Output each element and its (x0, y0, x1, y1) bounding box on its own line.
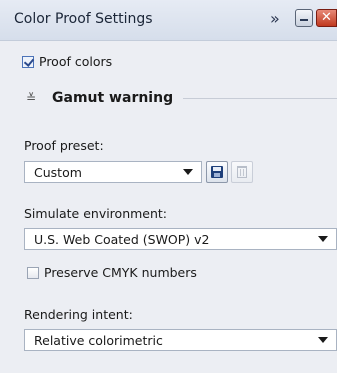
collapse-chevron-icon[interactable]: ≚ (24, 91, 38, 105)
panel-title: Color Proof Settings (14, 11, 153, 27)
proof-preset-dropdown[interactable]: Custom (24, 161, 202, 183)
double-chevron-right-icon[interactable]: » (270, 9, 280, 28)
preserve-cmyk-option[interactable]: Preserve CMYK numbers (27, 265, 197, 280)
rendering-intent-value: Relative colorimetric (34, 332, 163, 348)
panel-title-bar[interactable]: Color Proof Settings » ✕ (0, 0, 337, 41)
chevron-down-icon (183, 169, 193, 175)
minimize-icon[interactable] (295, 9, 313, 27)
proof-preset-label: Proof preset: (24, 138, 104, 153)
save-preset-button[interactable] (206, 161, 228, 183)
rendering-intent-label: Rendering intent: (24, 307, 133, 322)
proof-colors-checkbox[interactable] (22, 55, 34, 68)
proof-colors-label: Proof colors (39, 54, 113, 69)
preserve-cmyk-checkbox[interactable] (27, 266, 39, 279)
close-icon[interactable]: ✕ (316, 9, 337, 27)
chevron-down-icon (318, 236, 328, 242)
proof-preset-value: Custom (34, 164, 82, 180)
gamut-warning-section-header[interactable]: ≚ Gamut warning (24, 88, 337, 108)
save-icon (211, 166, 223, 178)
gamut-warning-title: Gamut warning (52, 90, 174, 106)
simulate-environment-dropdown[interactable]: U.S. Web Coated (SWOP) v2 (24, 228, 337, 250)
chevron-down-icon (318, 337, 328, 343)
section-divider (183, 97, 337, 99)
preserve-cmyk-label: Preserve CMYK numbers (44, 265, 197, 280)
simulate-environment-label: Simulate environment: (24, 206, 168, 221)
proof-colors-option[interactable]: Proof colors (22, 54, 112, 69)
rendering-intent-dropdown[interactable]: Relative colorimetric (24, 329, 337, 351)
trash-icon (237, 166, 247, 178)
delete-preset-button[interactable] (231, 161, 253, 183)
simulate-environment-value: U.S. Web Coated (SWOP) v2 (34, 231, 210, 247)
